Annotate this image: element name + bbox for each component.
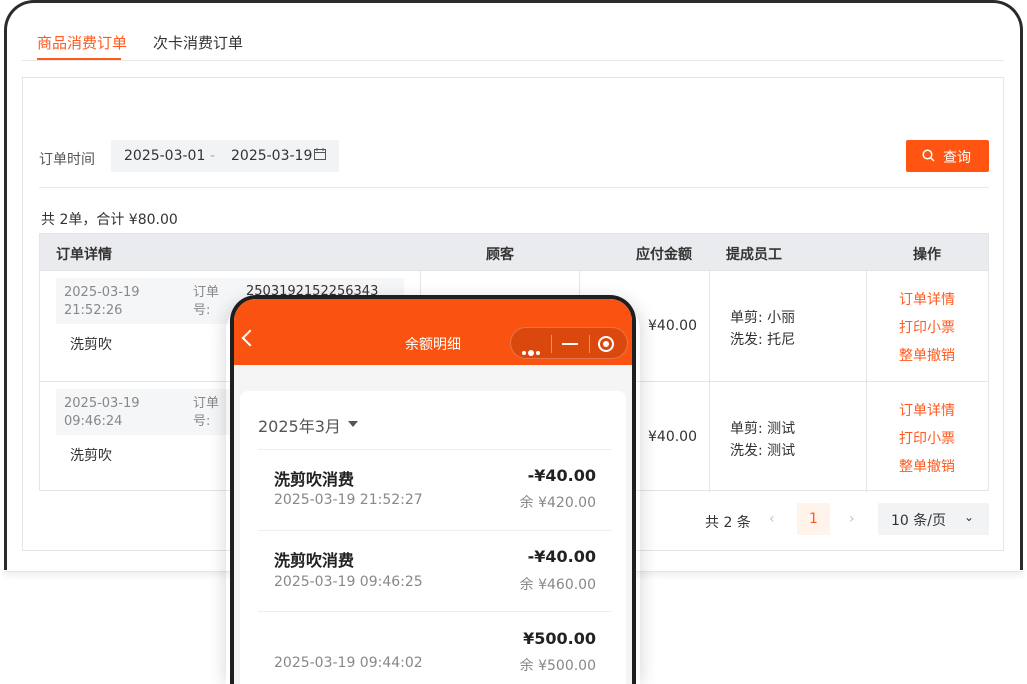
column-divider [709,382,710,492]
date-separator: - [210,148,216,164]
transaction-amount: -¥40.00 [527,466,596,485]
list-divider [258,611,612,612]
tab-product-orders[interactable]: 商品消费订单 [37,32,127,53]
search-icon [922,149,935,166]
order-tabs: 商品消费订单 次卡消费订单 [22,28,1004,61]
payable-amount: ¥40.00 [648,429,697,445]
date-range-picker[interactable]: 2025-03-01 - 2025-03-19 [111,140,339,172]
list-divider [258,449,612,450]
filter-divider [39,187,989,188]
capsule-divider [551,335,552,353]
pagination-total: 共 2 条 [705,515,751,531]
commission-staff: 单剪: 小丽 洗发: 托尼 [730,307,795,351]
transaction-balance: 余 ¥500.00 [519,658,596,674]
transaction-time: 2025-03-19 09:46:25 [274,574,423,590]
close-miniapp-icon[interactable] [598,336,614,352]
staff-line: 单剪: 测试 [730,421,796,437]
transaction-amount: -¥40.00 [527,547,596,566]
column-divider [709,271,710,381]
cancel-order-link[interactable]: 整单撤销 [899,345,955,365]
header-actions: 操作 [913,247,941,263]
transaction-name: 洗剪吹消费 [274,470,355,489]
next-page-button[interactable]: › [849,511,855,527]
prev-page-button[interactable]: ‹ [769,511,775,527]
minimize-icon[interactable] [562,343,578,345]
order-time: 2025-03-19 21:52:26 [64,285,140,318]
transaction-name: 洗剪吹消费 [274,551,355,570]
column-divider [866,271,867,381]
cancel-order-link[interactable]: 整单撤销 [899,456,955,476]
capsule-divider [589,335,590,353]
tab-card-orders[interactable]: 次卡消费订单 [153,32,243,53]
header-staff: 提成员工 [726,247,782,263]
print-receipt-link[interactable]: 打印小票 [899,317,955,337]
transaction-time: 2025-03-19 21:52:27 [274,492,423,508]
page-size-value: 10 条/页 [891,513,946,529]
calendar-icon[interactable] [314,148,326,164]
miniapp-capsule [510,327,628,359]
chevron-down-icon: ⌄ [964,510,975,524]
page-size-select[interactable]: 10 条/页 ⌄ [878,503,989,535]
order-no-label: 订单号: [193,285,220,318]
service-name: 洗剪吹 [70,448,112,464]
balance-detail-card: 2025年3月 洗剪吹消费 -¥40.00 2025-03-19 21:52:2… [240,391,626,684]
miniapp-nav-bar: 余额明细 [234,299,632,365]
order-summary: 共 2单，合计 ¥80.00 [41,212,178,228]
order-time-label: 订单时间 [39,152,95,168]
page-number-button[interactable]: 1 [797,503,830,535]
month-selector[interactable]: 2025年3月 [258,413,341,437]
transaction-amount: ¥500.00 [523,629,596,648]
query-button[interactable]: 查询 [906,140,989,172]
transaction-balance: 余 ¥420.00 [519,495,596,511]
header-amount: 应付金额 [636,247,692,263]
service-name: 洗剪吹 [70,337,112,353]
staff-line: 单剪: 小丽 [730,310,796,326]
list-divider [258,530,612,531]
order-detail-link[interactable]: 订单详情 [899,400,955,420]
header-order-detail: 订单详情 [56,247,112,263]
transaction-time: 2025-03-19 09:44:02 [274,655,423,671]
table-header: 订单详情 顾客 应付金额 提成员工 操作 [40,234,988,270]
more-icon[interactable] [522,342,542,361]
start-date[interactable]: 2025-03-01 [124,148,205,164]
column-divider [866,382,867,492]
caret-down-icon[interactable] [348,421,358,427]
phone-frame: 余额明细 2025年3月 洗剪吹消费 -¥40.00 2025-03-19 21… [230,295,636,684]
staff-line: 洗发: 测试 [730,443,796,459]
header-customer: 顾客 [486,247,514,263]
order-detail-link[interactable]: 订单详情 [899,289,955,309]
order-time: 2025-03-19 09:46:24 [64,396,140,429]
commission-staff: 单剪: 测试 洗发: 测试 [730,418,795,462]
staff-line: 洗发: 托尼 [730,332,796,348]
end-date[interactable]: 2025-03-19 [231,148,312,164]
payable-amount: ¥40.00 [648,318,697,334]
active-tab-indicator [37,58,121,60]
transaction-balance: 余 ¥460.00 [519,577,596,593]
query-label: 查询 [943,150,971,166]
print-receipt-link[interactable]: 打印小票 [899,428,955,448]
